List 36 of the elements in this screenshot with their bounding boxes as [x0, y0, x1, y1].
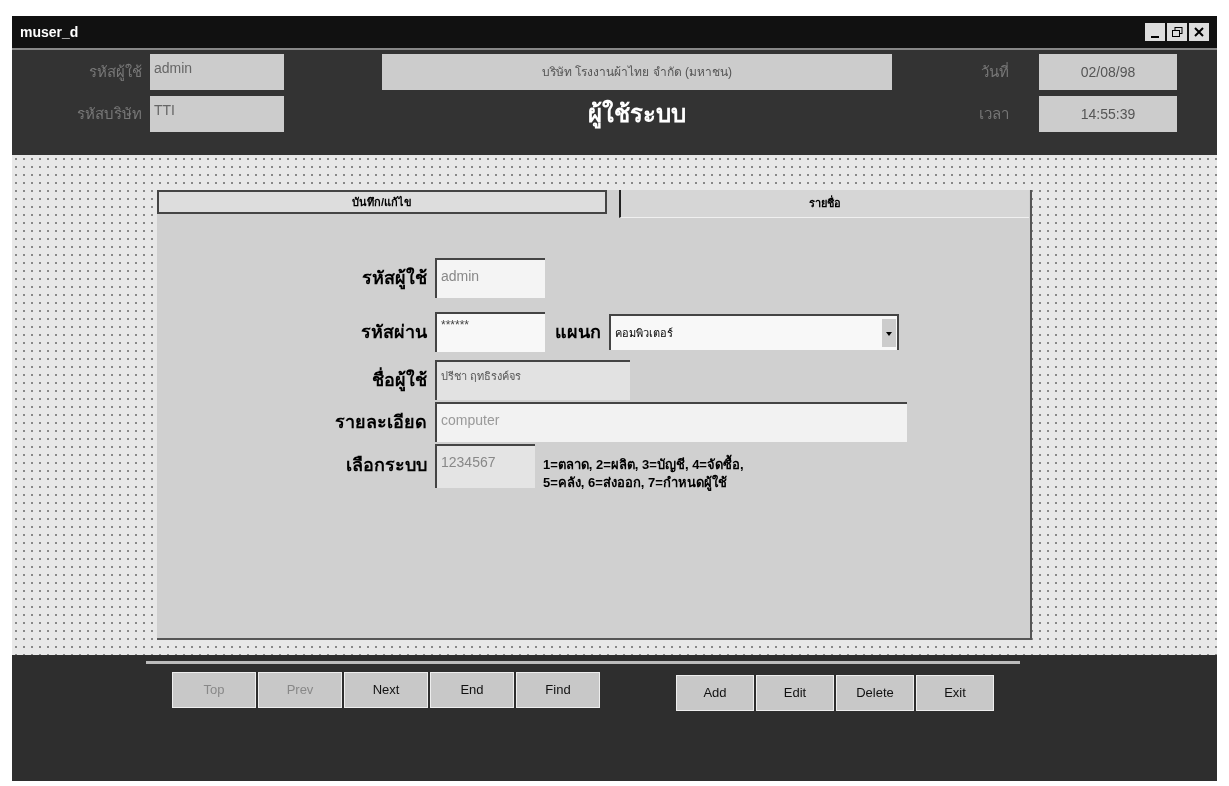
form-title: ผู้ใช้ระบบ [588, 98, 686, 131]
command-button[interactable]: Find [516, 672, 600, 708]
minimize-icon [1151, 36, 1159, 38]
field-label: ชื่อผู้ใช้ [371, 366, 427, 394]
field-label: รหัสผ่าน [360, 320, 427, 344]
field-label: รหัสผู้ใช้ [88, 61, 142, 83]
command-button[interactable]: Delete [836, 675, 914, 711]
minimize-button[interactable] [1145, 23, 1165, 41]
command-button[interactable]: End [430, 672, 514, 708]
field-label: รายละเอียด [334, 410, 427, 434]
command-button[interactable]: Next [344, 672, 428, 708]
field-label: รหัสผู้ใช้ [361, 266, 427, 292]
field-label: แผนก [555, 320, 601, 344]
date-field: 02/08/98 [1039, 54, 1177, 90]
tab[interactable]: บันทึก/แก้ไข [157, 190, 607, 214]
command-button[interactable]: Exit [916, 675, 994, 711]
time-field: 14:55:39 [1039, 96, 1177, 132]
field-label: วันที่ [980, 61, 1009, 82]
company-code-field: TTI [150, 96, 284, 132]
password-input[interactable]: ****** [435, 312, 545, 352]
close-icon [1194, 27, 1204, 37]
window-title: muser_d [20, 22, 79, 42]
close-button[interactable] [1189, 23, 1209, 41]
system-codes-hint: 1=ตลาด, 2=ผลิต, 3=บัญชี, 4=จัดซื้อ, 5=คลัง, 6=ส่งออก, 7=กำหนดผู้ใช้ [543, 444, 783, 492]
user-name-input[interactable]: ปรีชา ฤทธิรงค์จร [435, 360, 630, 400]
department-dropdown[interactable]: คอมพิวเตอร์ [609, 314, 899, 350]
command-button[interactable]: Add [676, 675, 754, 711]
restore-button[interactable] [1167, 23, 1187, 41]
field-label: เวลา [978, 103, 1009, 124]
field-label: เลือกระบบ [345, 454, 427, 477]
command-button[interactable]: Edit [756, 675, 834, 711]
field-label: รหัสบริษัท [76, 103, 142, 124]
company-name-field: บริษัท โรงงานผ้าไทย จำกัด (มหาชน) [382, 54, 892, 90]
user-id-field: admin [150, 54, 284, 90]
restore-icon [1171, 27, 1183, 37]
tab[interactable]: รายชื่อ [619, 190, 1029, 218]
